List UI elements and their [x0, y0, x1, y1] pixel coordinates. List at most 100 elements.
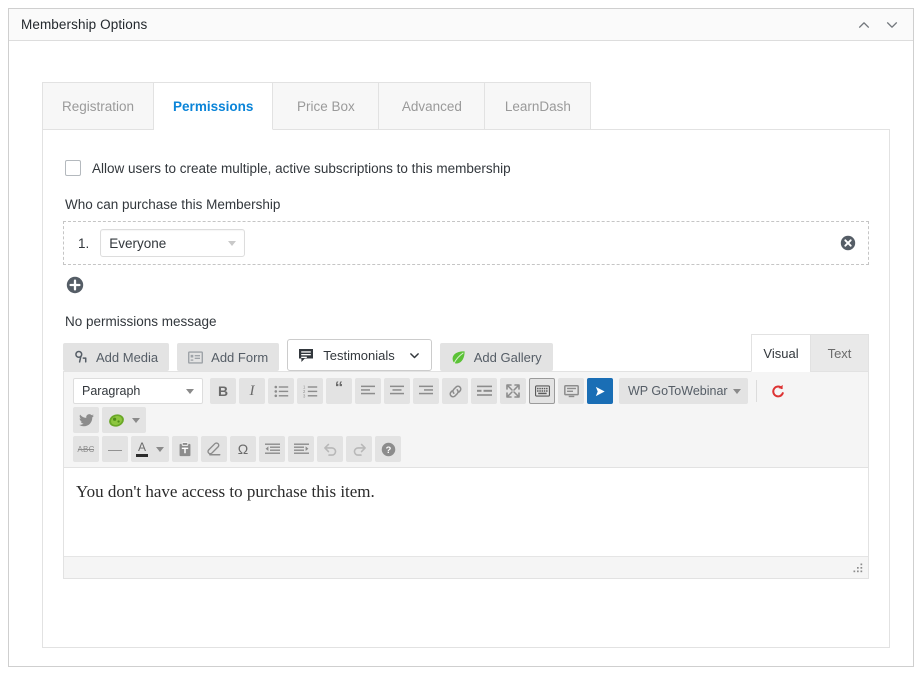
tab-advanced[interactable]: Advanced [379, 82, 485, 130]
permissions-tab-panel: Allow users to create multiple, active s… [42, 129, 890, 648]
link-glyph [448, 384, 463, 399]
remove-circle-icon[interactable] [840, 235, 856, 251]
tab-registration[interactable]: Registration [42, 82, 154, 130]
tinymce-editor: Paragraph B I 1 [63, 371, 869, 579]
italic-glyph: I [250, 383, 255, 400]
clear-formatting-icon[interactable] [201, 436, 227, 462]
redo-glyph [352, 442, 367, 456]
svg-text:?: ? [385, 445, 391, 455]
tab-visual[interactable]: Visual [751, 334, 810, 372]
add-gallery-button[interactable]: Add Gallery [440, 343, 553, 371]
toolbar-row-1: Paragraph B I 1 [73, 378, 859, 404]
undo-glyph [323, 442, 338, 456]
resize-grip-icon[interactable] [851, 562, 864, 575]
read-more-icon[interactable] [471, 378, 497, 404]
metabox-header[interactable]: Membership Options [9, 9, 913, 41]
align-left-icon[interactable] [355, 378, 381, 404]
chevron-down-icon [132, 418, 140, 423]
text-color-icon[interactable]: A [131, 436, 169, 462]
rule-audience-select[interactable]: Everyone [100, 229, 245, 257]
bulleted-list-glyph [274, 385, 289, 398]
add-gallery-label: Add Gallery [474, 350, 542, 365]
editor-content-text: You don't have access to purchase this i… [76, 482, 375, 501]
editor-content-area[interactable]: You don't have access to purchase this i… [64, 468, 868, 556]
tab-strip: Registration Permissions Price Box Advan… [42, 82, 890, 130]
leaf-icon [451, 350, 466, 365]
rule-number: 1. [78, 236, 89, 251]
bulleted-list-icon[interactable] [268, 378, 294, 404]
chevron-down-icon [733, 389, 741, 394]
add-circle-icon[interactable] [66, 276, 84, 294]
add-circle-glyph [66, 276, 84, 294]
membership-options-metabox: Membership Options Registration Permissi… [8, 8, 914, 667]
purchase-rules-box: 1. Everyone [63, 221, 869, 265]
send-glyph [593, 385, 608, 398]
blockquote-icon[interactable]: “ [326, 378, 352, 404]
format-select[interactable]: Paragraph [73, 378, 203, 404]
indent-icon[interactable] [288, 436, 314, 462]
numbered-list-icon[interactable]: 1 2 3 [297, 378, 323, 404]
tab-label: Permissions [173, 99, 253, 114]
multiple-subscriptions-checkbox[interactable] [65, 160, 81, 176]
align-left-glyph [361, 385, 375, 397]
tab-permissions[interactable]: Permissions [154, 82, 273, 130]
chevron-down-icon [228, 241, 236, 246]
special-character-icon[interactable]: Ω [230, 436, 256, 462]
tab-learndash[interactable]: LearnDash [485, 82, 591, 130]
toolbar-separator [756, 380, 757, 402]
remove-circle-glyph [840, 235, 856, 251]
tab-price-box[interactable]: Price Box [273, 82, 379, 130]
testimonials-button[interactable]: Testimonials [287, 339, 432, 371]
bold-glyph: B [218, 383, 228, 399]
align-right-glyph [419, 385, 433, 397]
keyboard-shortcuts-icon[interactable]: ? [375, 436, 401, 462]
paste-as-text-icon[interactable] [172, 436, 198, 462]
undo-icon[interactable] [317, 436, 343, 462]
page-title: Membership Options [9, 17, 147, 32]
send-icon[interactable] [587, 378, 613, 404]
eraser-glyph [207, 442, 222, 457]
metabox-handle-actions [851, 9, 905, 40]
omega-glyph: Ω [238, 441, 248, 457]
distraction-free-icon[interactable] [558, 378, 584, 404]
outdent-glyph [265, 443, 280, 455]
strikethrough-icon[interactable]: ABC [73, 436, 99, 462]
gallery-plugin-icon[interactable] [102, 407, 146, 433]
outdent-icon[interactable] [259, 436, 285, 462]
revert-icon[interactable] [765, 378, 791, 404]
redo-icon[interactable] [346, 436, 372, 462]
tab-text[interactable]: Text [810, 334, 869, 372]
text-color-glyph: A [138, 441, 146, 453]
editor-status-bar [64, 556, 868, 578]
insert-link-icon[interactable] [442, 378, 468, 404]
chevron-up-icon[interactable] [851, 12, 877, 38]
add-form-button[interactable]: Add Form [177, 343, 279, 371]
fullscreen-icon[interactable] [500, 378, 526, 404]
twitter-icon[interactable] [73, 407, 99, 433]
rule-audience-value: Everyone [109, 236, 166, 251]
chevron-down-icon[interactable] [879, 12, 905, 38]
tab-label: Advanced [402, 99, 462, 114]
horizontal-rule-icon[interactable]: — [102, 436, 128, 462]
bold-icon[interactable]: B [210, 378, 236, 404]
toolbar-row-2 [73, 407, 859, 433]
numbered-list-glyph: 1 2 3 [303, 385, 318, 398]
wp-gotowebinar-select[interactable]: WP GoToWebinar [619, 378, 748, 404]
media-buttons-bar: Add Media Add Form [63, 337, 869, 371]
revert-glyph [769, 383, 786, 400]
strike-line [78, 449, 94, 450]
visual-tab-label: Visual [763, 346, 798, 361]
align-right-icon[interactable] [413, 378, 439, 404]
align-center-icon[interactable] [384, 378, 410, 404]
testimonials-label: Testimonials [323, 348, 395, 363]
tab-label: Registration [62, 99, 134, 114]
multiple-subscriptions-row: Allow users to create multiple, active s… [65, 160, 869, 176]
testimonial-icon [298, 348, 314, 363]
editor-mode-tabs: Visual Text [751, 334, 869, 372]
italic-icon[interactable]: I [239, 378, 265, 404]
editor-toolbar: Paragraph B I 1 [64, 372, 868, 468]
add-media-button[interactable]: Add Media [63, 343, 169, 371]
indent-glyph [294, 443, 309, 455]
toolbar-toggle-icon[interactable] [529, 378, 555, 404]
gallery-plugin-glyph [108, 413, 125, 428]
